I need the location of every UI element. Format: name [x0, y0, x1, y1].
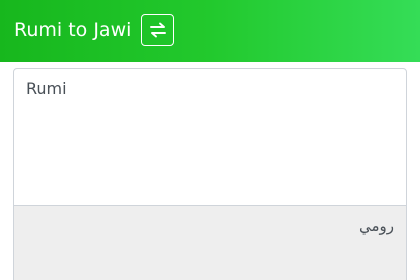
swap-direction-button[interactable] — [141, 14, 174, 46]
swap-arrows-icon — [149, 22, 167, 38]
jawi-output: رومي — [13, 205, 407, 280]
app-header: Rumi to Jawi — [0, 0, 420, 62]
jawi-output-text: رومي — [358, 217, 394, 235]
app-title: Rumi to Jawi — [14, 19, 132, 41]
rumi-input[interactable] — [13, 68, 407, 206]
app-root: Rumi to Jawi رومي — [0, 0, 420, 280]
